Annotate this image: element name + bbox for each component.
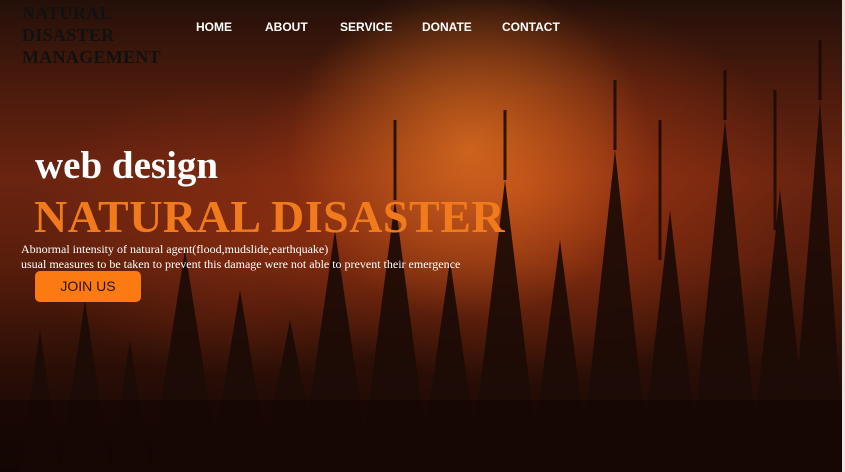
hero-description-line-2: usual measures to be taken to prevent th… [21,257,461,271]
site-logo[interactable]: NATURAL DISASTER MANAGEMENT [22,2,161,68]
nav-about-link[interactable]: ABOUT [265,20,308,34]
logo-line-3: MANAGEMENT [22,47,161,67]
hero-subtitle: web design [35,144,219,187]
hero-description-line-1: Abnormal intensity of natural agent(floo… [21,242,329,256]
nav-contact-link[interactable]: CONTACT [502,20,560,34]
nav-home-link[interactable]: HOME [196,20,232,34]
hero-description: Abnormal intensity of natural agent(floo… [21,242,460,272]
page: NATURAL DISASTER MANAGEMENT HOME ABOUT S… [0,0,845,472]
join-us-button[interactable]: JOIN US [35,271,141,302]
logo-line-2: DISASTER [22,25,115,45]
nav-donate-link[interactable]: DONATE [422,20,472,34]
hero-title: NATURAL DISASTER [34,191,506,242]
nav-service-link[interactable]: SERVICE [340,20,392,34]
logo-line-1: NATURAL [22,3,112,23]
